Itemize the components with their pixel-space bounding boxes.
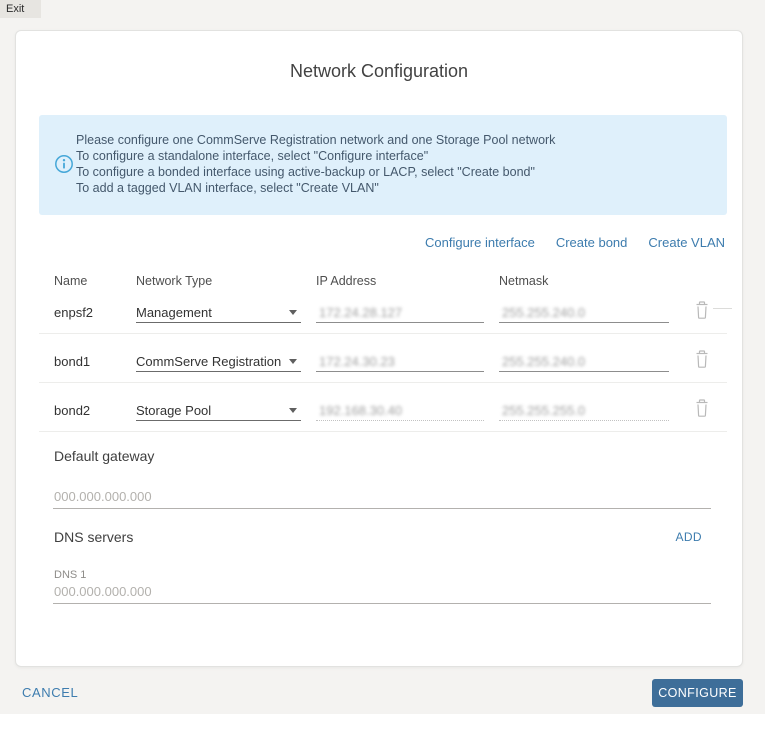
info-line-1: Please configure one CommServe Registrat… (76, 132, 713, 148)
table-actions: Configure interface Create bond Create V… (425, 235, 725, 250)
info-line-3: To configure a bonded interface using ac… (76, 164, 713, 180)
chevron-down-icon (289, 359, 297, 364)
column-header-ip-address: IP Address (316, 274, 376, 288)
delete-row-icon[interactable] (694, 301, 710, 320)
create-bond-link[interactable]: Create bond (556, 235, 628, 250)
network-type-value: Management (136, 305, 212, 320)
ip-address-value: 192.168.30.40 (319, 403, 402, 418)
exit-button[interactable]: Exit (0, 0, 41, 18)
column-header-name: Name (54, 274, 87, 288)
cancel-button[interactable]: CANCEL (22, 685, 78, 700)
page-title: Network Configuration (16, 61, 742, 82)
info-banner: Please configure one CommServe Registrat… (39, 115, 727, 215)
network-type-select[interactable]: Storage Pool (136, 398, 301, 421)
netmask-value: 255.255.240.0 (502, 354, 585, 369)
add-dns-button[interactable]: ADD (675, 530, 702, 544)
chevron-down-icon (289, 408, 297, 413)
ip-address-value: 172.24.30.23 (319, 354, 395, 369)
network-configuration-dialog: Network Configuration Please configure o… (15, 30, 743, 667)
interface-name: enpsf2 (54, 305, 93, 320)
netmask-field[interactable]: 255.255.240.0 (499, 349, 669, 372)
row-divider (39, 333, 727, 334)
delete-row-icon[interactable] (694, 399, 710, 418)
dns-servers-label: DNS servers (54, 529, 133, 545)
info-line-4: To add a tagged VLAN interface, select "… (76, 180, 713, 196)
table-row: bond1 CommServe Registration 172.24.30.2… (16, 348, 744, 382)
network-type-value: Storage Pool (136, 403, 211, 418)
network-type-select[interactable]: CommServe Registration (136, 349, 301, 372)
configure-interface-link[interactable]: Configure interface (425, 235, 535, 250)
dns1-input[interactable] (53, 580, 711, 604)
delete-row-icon[interactable] (694, 350, 710, 369)
chevron-down-icon (289, 310, 297, 315)
default-gateway-input[interactable] (53, 481, 711, 509)
ip-address-value: 172.24.28.127 (319, 305, 402, 320)
netmask-value: 255.255.240.0 (502, 305, 585, 320)
netmask-field[interactable]: 255.255.255.0 (499, 398, 669, 421)
ip-address-field[interactable]: 172.24.28.127 (316, 300, 484, 323)
network-type-value: CommServe Registration (136, 354, 281, 369)
create-vlan-link[interactable]: Create VLAN (648, 235, 725, 250)
ip-address-field[interactable]: 192.168.30.40 (316, 398, 484, 421)
netmask-field[interactable]: 255.255.240.0 (499, 300, 669, 323)
info-icon (54, 154, 74, 174)
network-configuration-page: Exit Network Configuration Please config… (0, 0, 765, 749)
row-divider (39, 431, 727, 432)
row-divider (39, 382, 727, 383)
network-type-select[interactable]: Management (136, 300, 301, 323)
default-gateway-label: Default gateway (54, 448, 154, 464)
row-decoration-line (713, 308, 732, 309)
table-row: enpsf2 Management 172.24.28.127 255.255.… (16, 299, 744, 333)
ip-address-field[interactable]: 172.24.30.23 (316, 349, 484, 372)
netmask-value: 255.255.255.0 (502, 403, 585, 418)
info-text: Please configure one CommServe Registrat… (76, 132, 713, 196)
info-line-2: To configure a standalone interface, sel… (76, 148, 713, 164)
interface-name: bond2 (54, 403, 90, 418)
table-row: bond2 Storage Pool 192.168.30.40 255.255… (16, 397, 744, 431)
column-header-network-type: Network Type (136, 274, 212, 288)
configure-button[interactable]: CONFIGURE (652, 679, 743, 707)
interface-name: bond1 (54, 354, 90, 369)
column-header-netmask: Netmask (499, 274, 548, 288)
